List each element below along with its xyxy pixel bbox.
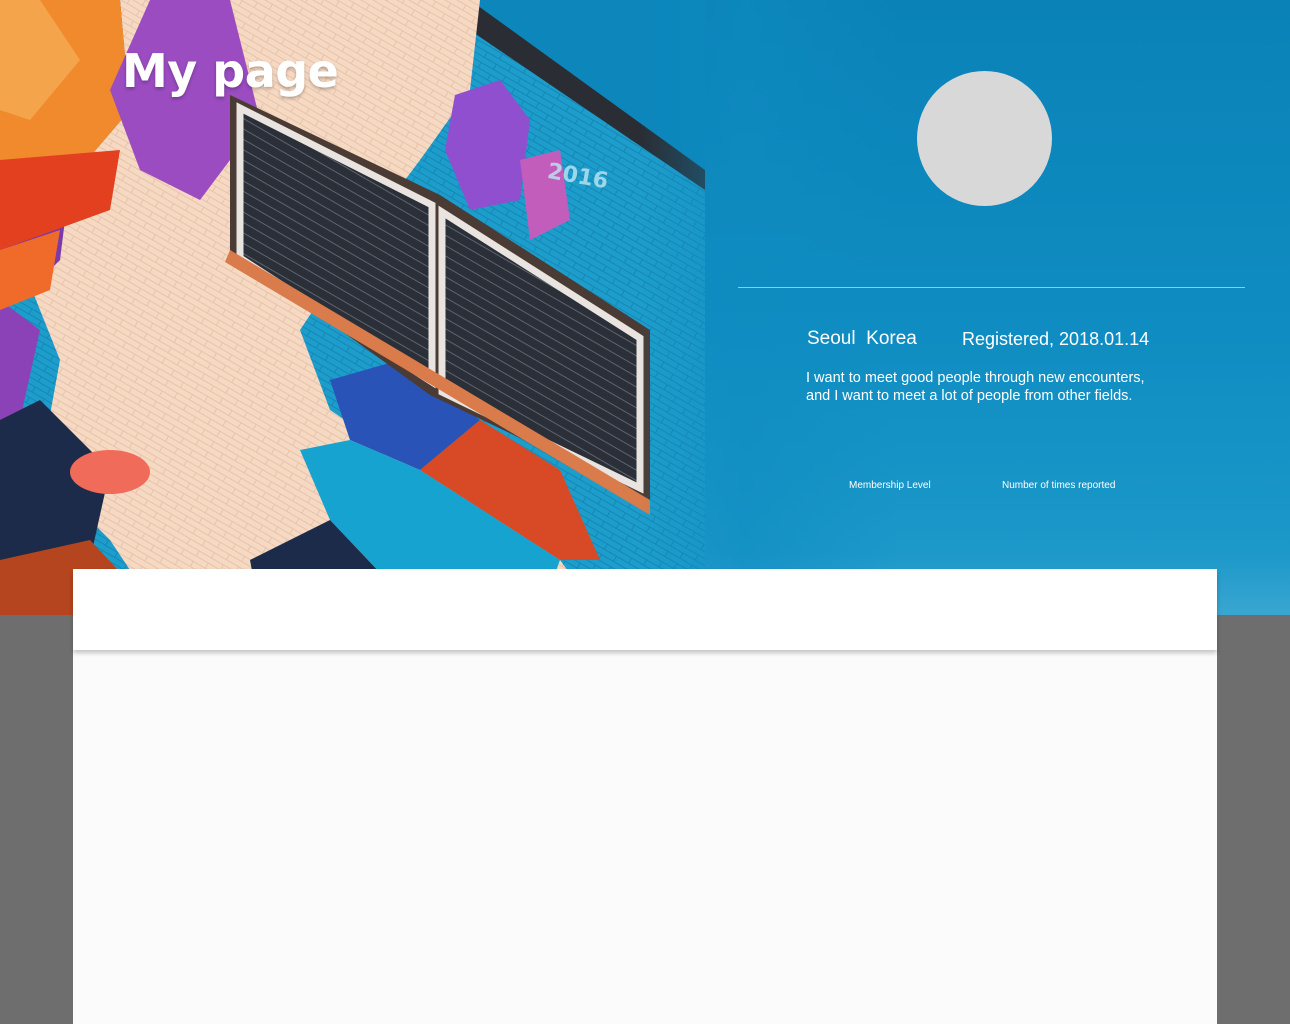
avatar[interactable] [917, 71, 1052, 206]
membership-level-label: Membership Level [849, 480, 931, 491]
registered-date: Registered, 2018.01.14 [962, 329, 1150, 349]
profile-divider [738, 287, 1245, 288]
bio-line: I want to meet good people through new e… [806, 370, 1145, 386]
reported-count-label: Number of times reported [1002, 480, 1116, 491]
content-tab-bar[interactable] [73, 569, 1217, 650]
photo-fade-overlay [640, 0, 900, 615]
location-text: Seoul Korea [807, 328, 917, 349]
profile-hero-banner: 2016 My page Seoul Korea Registered, 201… [0, 0, 1290, 615]
profile-bio: I want to meet good people through new e… [806, 369, 1186, 405]
bio-line: and I want to meet a lot of people from … [806, 388, 1133, 404]
cover-photo: 2016 [0, 0, 705, 615]
page-title: My page [122, 44, 339, 98]
